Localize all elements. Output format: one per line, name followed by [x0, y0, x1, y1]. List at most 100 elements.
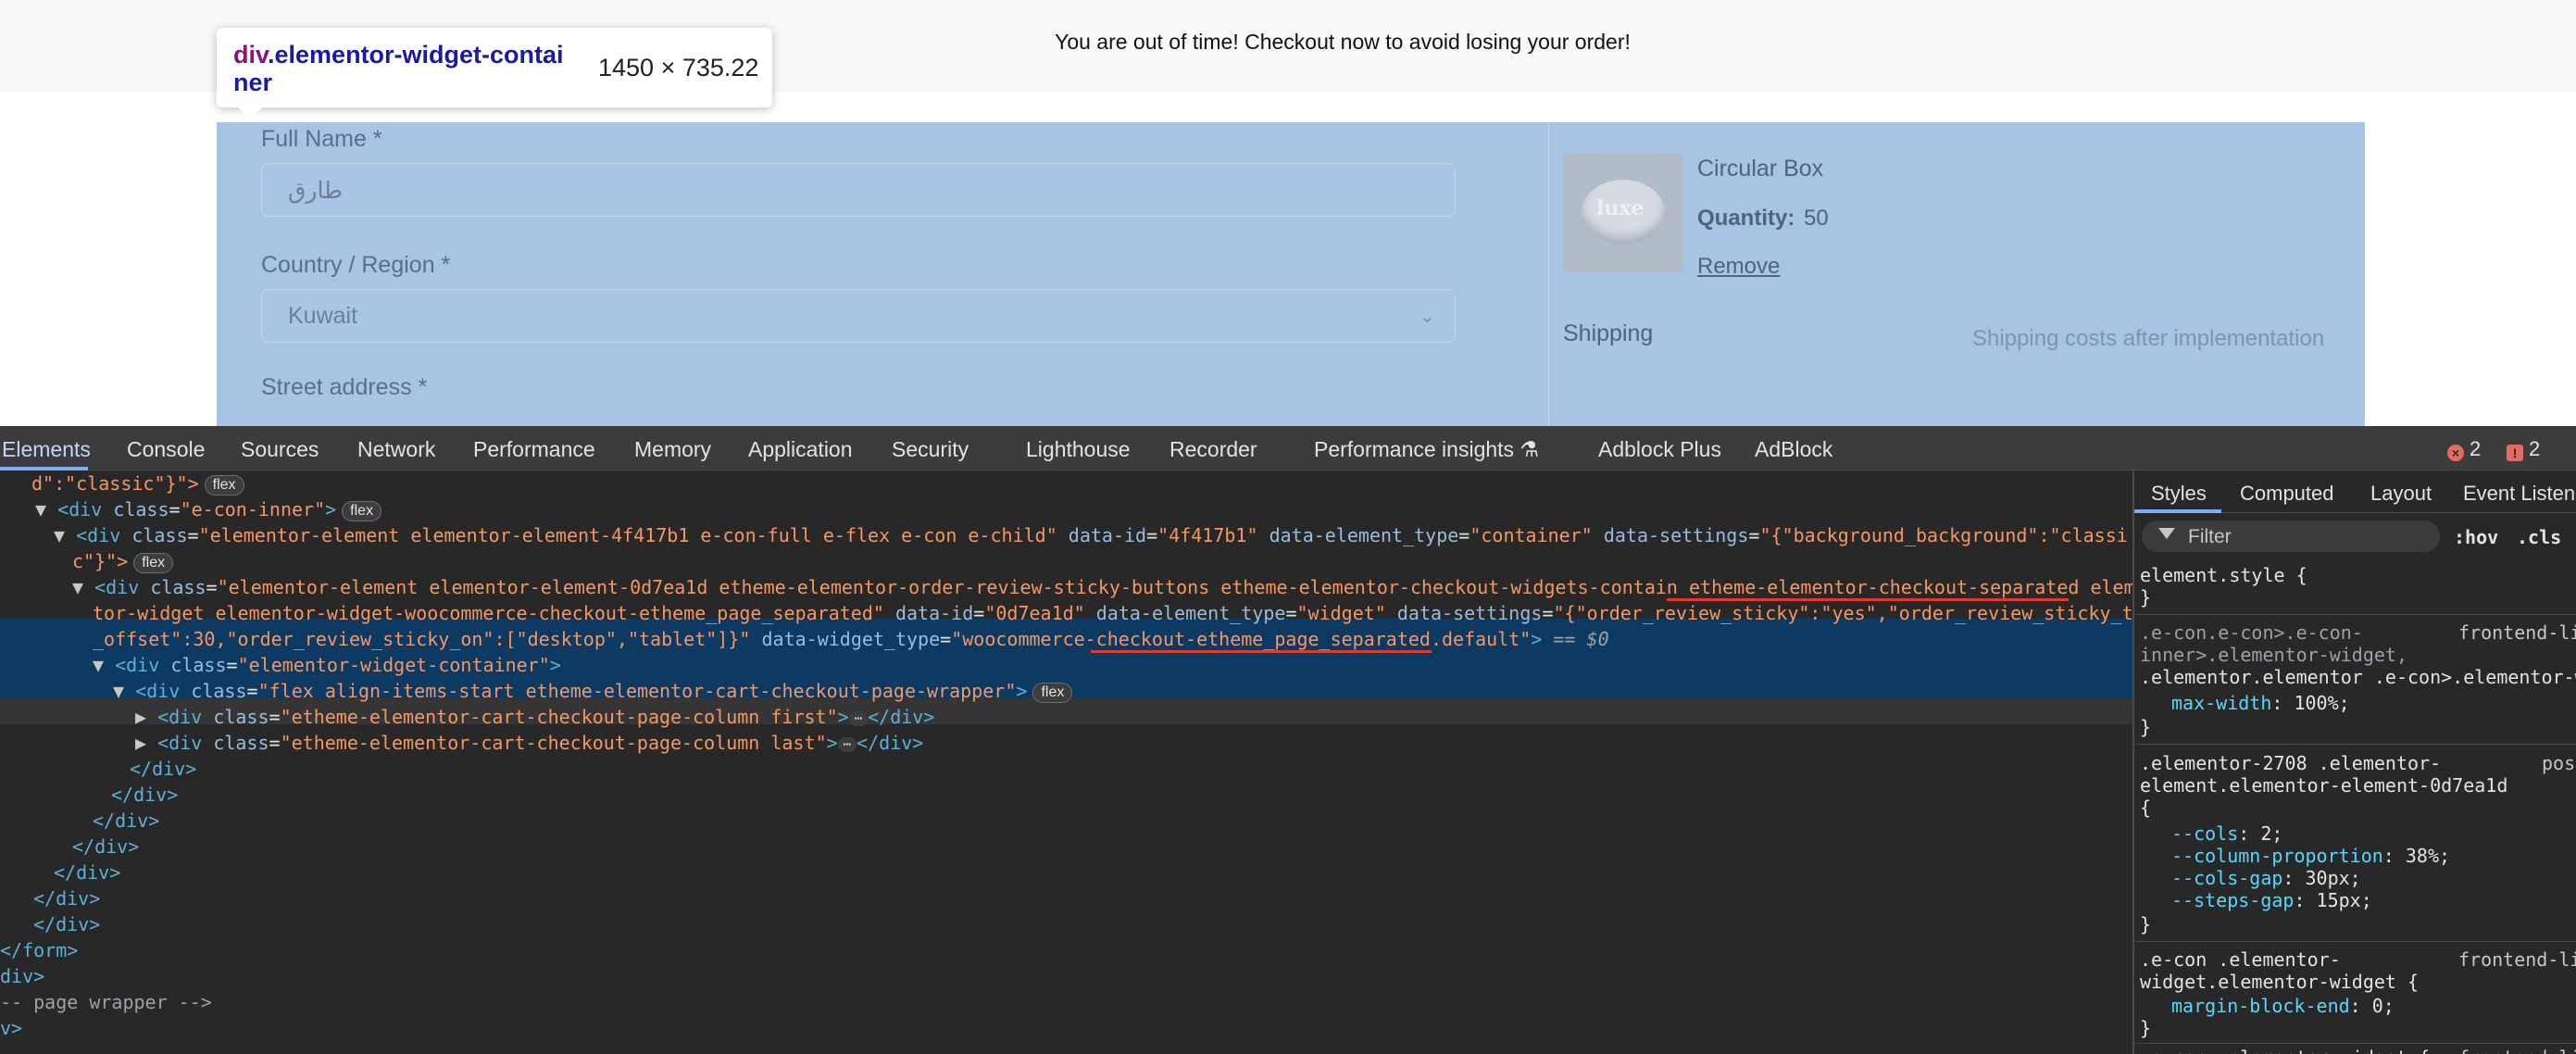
dom-line: </div>: [72, 835, 140, 858]
selected-dom-line[interactable]: ▼ <div class="elementor-element elemento…: [72, 574, 2132, 600]
rule-separator: [2134, 614, 2576, 615]
tab-network[interactable]: Network: [357, 437, 435, 462]
dom-line[interactable]: ▶ <div class="etheme-elementor-cart-chec…: [135, 730, 923, 756]
chevron-down-icon: ⌄: [1419, 307, 1435, 327]
devtools-tabbar: Elements Console Sources Network Perform…: [0, 426, 2576, 471]
country-label: Country / Region *: [261, 252, 451, 278]
dom-line: c"}"> flex: [72, 548, 174, 574]
rule-selector: element.elementor-element-0d7ea1d: [2140, 774, 2508, 797]
css-declaration[interactable]: max-width: 100%;: [2171, 692, 2350, 714]
tab-security[interactable]: Security: [892, 437, 969, 462]
dom-line[interactable]: ▼ <div class="e-con-inner"> flex: [35, 496, 382, 522]
rule-close: }: [2140, 716, 2152, 738]
street-address-label: Street address *: [261, 374, 428, 400]
css-declaration[interactable]: --cols: 2;: [2171, 822, 2282, 845]
rule-separator: [2134, 744, 2576, 745]
dom-line: </form>: [0, 939, 79, 961]
dom-line: v>: [0, 1017, 23, 1039]
full-name-input[interactable]: طارق: [261, 163, 1456, 217]
tab-adblock[interactable]: AdBlock: [1755, 437, 1832, 462]
tab-application[interactable]: Application: [748, 437, 853, 462]
dom-comment: -- page wrapper -->: [0, 991, 212, 1013]
rule-source-link[interactable]: frontend-li: [2458, 948, 2576, 971]
rule-close: }: [2140, 913, 2152, 935]
active-styles-tab-indicator: [2134, 509, 2221, 513]
shipping-value: Shipping costs after implementation: [1972, 326, 2325, 351]
product-image: luxe: [1563, 154, 1683, 272]
dom-line[interactable]: ▼ <div class="elementor-element elemento…: [54, 522, 2128, 548]
devtools-panel: Elements Console Sources Network Perform…: [0, 426, 2576, 1054]
rule-selector: .e-con .elementor-: [2140, 948, 2341, 971]
tab-computed[interactable]: Computed: [2240, 482, 2334, 506]
css-declaration[interactable]: --steps-gap: 15px;: [2171, 889, 2372, 911]
issues-counter[interactable]: ! 2: [2507, 437, 2540, 461]
annotation-underline: [1091, 650, 1432, 653]
country-select[interactable]: Kuwait ⌄: [261, 289, 1456, 343]
rule-separator: [2134, 1043, 2576, 1044]
css-declaration[interactable]: --cols-gap: 30px;: [2171, 867, 2361, 889]
rule-close: }: [2140, 1017, 2152, 1039]
dom-line: </div>: [54, 861, 121, 884]
tab-elements[interactable]: Elements: [2, 437, 91, 462]
rule-source-link[interactable]: pos: [2542, 752, 2575, 774]
css-declaration[interactable]: --column-proportion: 38%;: [2171, 845, 2450, 867]
checkout-page: You are out of time! Checkout now to avo…: [0, 0, 2576, 426]
rule-selector: widget.elementor-widget {: [2140, 971, 2420, 993]
dom-line[interactable]: d":"classic"}"> flex: [31, 471, 244, 496]
tab-performance-insights[interactable]: Performance insights ⚗: [1314, 437, 1539, 462]
error-icon: ×: [2447, 445, 2464, 461]
dom-line: </div>: [93, 809, 160, 832]
tab-event-listeners[interactable]: Event Listen: [2463, 482, 2575, 506]
filter-icon: [2158, 528, 2175, 539]
inspected-element-highlight: Full Name * طارق Country / Region * Kuwa…: [217, 122, 2365, 426]
errors-counter[interactable]: × 2: [2447, 437, 2481, 461]
rule-open: {: [2140, 797, 2152, 819]
styles-tabbar: Styles Computed Layout Event Listen: [2134, 471, 2576, 513]
rule-separator: [2134, 941, 2576, 942]
rule-close: }: [2140, 586, 2152, 609]
tab-layout[interactable]: Layout: [2370, 482, 2432, 506]
tab-performance[interactable]: Performance: [473, 437, 595, 462]
css-declaration[interactable]: margin-block-end: 0;: [2171, 995, 2395, 1017]
rule-selector: .elementor.elementor .e-con>.elementor-w: [2140, 666, 2576, 688]
dom-line: </div>: [130, 758, 197, 780]
dom-line: </div>: [111, 784, 179, 806]
tab-memory[interactable]: Memory: [634, 437, 711, 462]
tab-adblock-plus[interactable]: Adblock Plus: [1598, 437, 1721, 462]
dom-line: </div>: [33, 887, 101, 910]
quantity-value: 50: [1804, 206, 1829, 231]
tab-recorder[interactable]: Recorder: [1169, 437, 1257, 462]
product-name: Circular Box: [1697, 156, 1824, 182]
dom-line[interactable]: ▶ <div class="etheme-elementor-cart-chec…: [135, 704, 934, 730]
tab-console[interactable]: Console: [127, 437, 205, 462]
remove-link[interactable]: Remove: [1697, 254, 1780, 280]
styles-filter-input[interactable]: Filter: [2142, 521, 2440, 552]
tooltip-element-name: div.elementor-widget-contai ner: [233, 41, 564, 96]
tab-lighthouse[interactable]: Lighthouse: [1026, 437, 1131, 462]
rule-selector: inner>.elementor-widget,: [2140, 644, 2407, 666]
column-divider: [1548, 122, 1549, 426]
rule-source-link[interactable]: frontend-li: [2458, 621, 2576, 644]
elements-tree: d":"classic"}"> flex ▼ <div class="e-con-…: [0, 471, 2132, 1054]
rule-source-link[interactable]: frontend-li: [2458, 1047, 2576, 1054]
rule-selector: .e-con .elementor-widget {: [2140, 1047, 2430, 1054]
cls-toggle[interactable]: .cls: [2517, 526, 2561, 548]
issue-icon: !: [2507, 445, 2523, 461]
quantity-label: Quantity:: [1697, 206, 1795, 231]
dom-line: </div>: [33, 913, 101, 935]
full-name-value: طارق: [288, 178, 343, 204]
hov-toggle[interactable]: :hov: [2454, 526, 2498, 548]
shipping-label: Shipping: [1563, 320, 1654, 346]
annotation-underline: [1667, 598, 2069, 601]
rule-selector: .elementor-2708 .elementor-: [2140, 752, 2442, 774]
dom-line[interactable]: ▼ <div class="elementor-widget-container…: [93, 652, 561, 678]
dom-line[interactable]: ▼ <div class="flex align-items-start eth…: [113, 678, 1073, 704]
country-value: Kuwait: [288, 303, 358, 329]
dom-line: div>: [0, 965, 45, 987]
selected-dom-line: _offset":30,"order_review_sticky_on":["d…: [93, 628, 1609, 650]
styles-pane: Styles Computed Layout Event Listen Filt…: [2134, 471, 2576, 1054]
tab-sources[interactable]: Sources: [241, 437, 319, 462]
rule-selector: .e-con.e-con>.e-con-: [2140, 621, 2363, 644]
tab-styles[interactable]: Styles: [2151, 482, 2207, 506]
inspect-tooltip: div.elementor-widget-contai ner 1450 × 73…: [217, 28, 772, 119]
